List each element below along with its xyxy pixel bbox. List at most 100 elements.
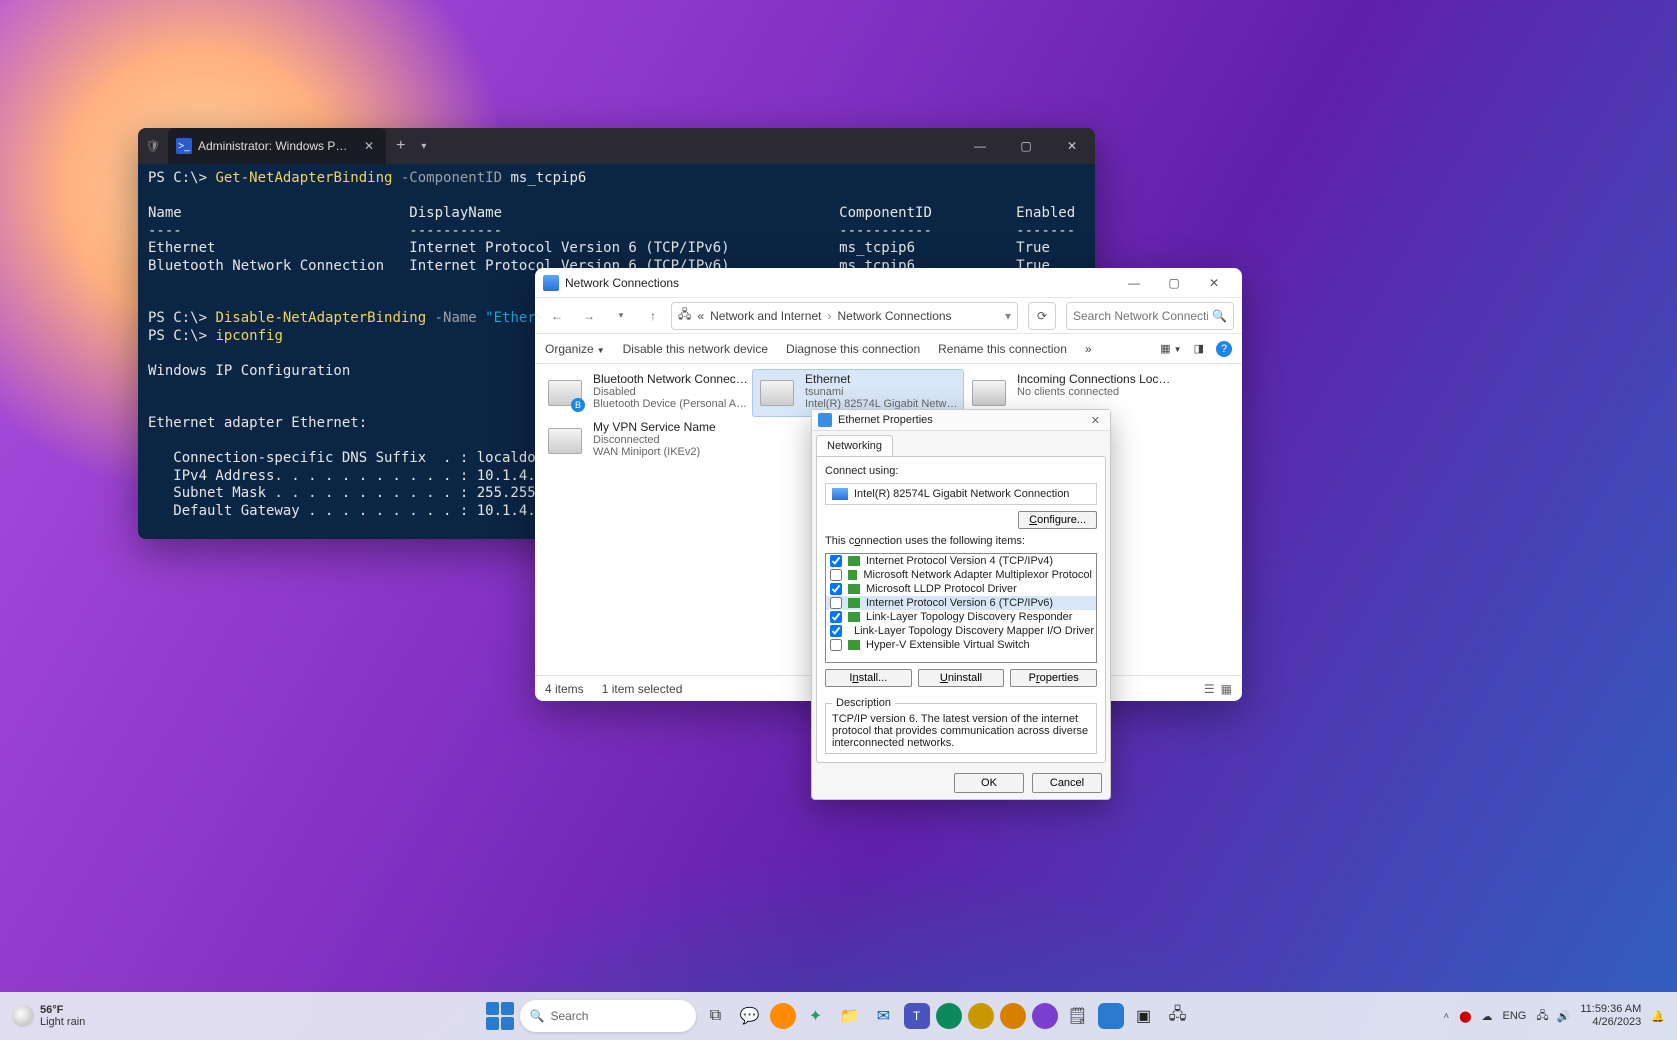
onedrive-icon[interactable]: ☁ — [1482, 1010, 1493, 1023]
app-icon-2[interactable]: ✦ — [802, 1002, 830, 1030]
forward-button[interactable]: → — [575, 302, 603, 330]
cancel-button[interactable]: Cancel — [1032, 773, 1102, 793]
powershell-icon: >_ — [176, 138, 192, 154]
protocol-item[interactable]: Hyper-V Extensible Virtual Switch — [826, 638, 1096, 652]
prop-titlebar[interactable]: Ethernet Properties ✕ — [812, 410, 1110, 431]
chat-icon[interactable]: 💬 — [736, 1002, 764, 1030]
tiles-view-icon[interactable]: ▦ — [1221, 682, 1232, 696]
nc-search-input[interactable] — [1073, 309, 1208, 323]
notifications-icon[interactable]: 🔔 — [1651, 1010, 1665, 1023]
details-view-icon[interactable]: ☰ — [1204, 682, 1215, 696]
toolbar-overflow[interactable]: » — [1085, 342, 1092, 356]
tray-overflow-icon[interactable]: ˄ — [1443, 1011, 1449, 1022]
up-button[interactable]: ↑ — [639, 302, 667, 330]
refresh-button[interactable]: ⟳ — [1028, 302, 1056, 330]
chevron-right-icon[interactable]: › — [827, 309, 831, 323]
app-icon-purple[interactable] — [1032, 1003, 1058, 1029]
ncpa-icon[interactable]: 🖧 — [1164, 1002, 1192, 1030]
protocol-checkbox[interactable] — [830, 639, 842, 651]
start-button[interactable] — [486, 1002, 514, 1030]
nc-navrow: ← → ▾ ↑ 🖧 « Network and Internet › Netwo… — [535, 298, 1242, 334]
protocol-item[interactable]: Internet Protocol Version 4 (TCP/IPv4) — [826, 554, 1096, 568]
terminal-titlebar[interactable]: 🛡 >_ Administrator: Windows Powe ✕ + ▾ —… — [138, 128, 1095, 164]
search-icon[interactable]: 🔍 — [1212, 309, 1227, 323]
sticky-notes-icon[interactable]: 🗒 — [1064, 1002, 1092, 1030]
connection-icon — [755, 372, 799, 414]
connection-item[interactable]: My VPN Service Name Disconnected WAN Min… — [541, 418, 751, 464]
protocol-checkbox[interactable] — [830, 583, 842, 595]
app-icon-1[interactable] — [770, 1003, 796, 1029]
app-icon-blue[interactable] — [1098, 1003, 1124, 1029]
configure-button[interactable]: Configure... — [1018, 511, 1097, 529]
rename-button[interactable]: Rename this connection — [938, 342, 1067, 356]
maximize-button[interactable]: ▢ — [1003, 128, 1049, 164]
task-view-icon[interactable]: ⧉ — [702, 1002, 730, 1030]
close-button[interactable]: ✕ — [1194, 268, 1234, 298]
protocol-label: Internet Protocol Version 4 (TCP/IPv4) — [866, 555, 1053, 567]
tab-networking[interactable]: Networking — [816, 435, 893, 456]
volume-icon[interactable]: 🔊 — [1557, 1010, 1571, 1023]
protocol-checkbox[interactable] — [830, 569, 842, 581]
description-box: Description TCP/IP version 6. The latest… — [825, 697, 1097, 754]
protocol-item[interactable]: Internet Protocol Version 6 (TCP/IPv6) — [826, 596, 1096, 610]
uninstall-button[interactable]: Uninstall — [918, 669, 1005, 687]
nc-title: Network Connections — [565, 276, 1114, 290]
protocol-item[interactable]: Microsoft Network Adapter Multiplexor Pr… — [826, 568, 1096, 582]
protocol-checkbox[interactable] — [830, 597, 842, 609]
language-indicator[interactable]: ENG — [1503, 1010, 1527, 1022]
outlook-icon[interactable]: ✉ — [870, 1002, 898, 1030]
view-layout-icon[interactable]: ▦▼ — [1160, 342, 1181, 355]
terminal-tab[interactable]: >_ Administrator: Windows Powe ✕ — [168, 128, 386, 164]
weather-temp: 56°F — [40, 1004, 85, 1016]
nc-titlebar[interactable]: Network Connections — ▢ ✕ — [535, 268, 1242, 298]
breadcrumb-part1[interactable]: Network and Internet — [710, 309, 821, 323]
protocol-checkbox[interactable] — [830, 555, 842, 567]
taskbar-search[interactable]: 🔍 Search — [520, 1000, 696, 1032]
disable-device-button[interactable]: Disable this network device — [623, 342, 768, 356]
teams-icon[interactable]: T — [904, 1003, 930, 1029]
protocol-item[interactable]: Link-Layer Topology Discovery Mapper I/O… — [826, 624, 1096, 638]
protocol-label: Link-Layer Topology Discovery Mapper I/O… — [854, 625, 1094, 637]
minimize-button[interactable]: — — [1114, 268, 1154, 298]
tray-app-icon[interactable]: ⬤ — [1459, 1010, 1471, 1023]
recent-dropdown[interactable]: ▾ — [607, 302, 635, 330]
edge-canary-icon[interactable] — [1000, 1003, 1026, 1029]
diagnose-button[interactable]: Diagnose this connection — [786, 342, 920, 356]
chevron-down-icon[interactable]: ▾ — [1005, 309, 1011, 323]
address-bar[interactable]: 🖧 « Network and Internet › Network Conne… — [671, 302, 1018, 330]
protocol-checkbox[interactable] — [830, 611, 842, 623]
maximize-button[interactable]: ▢ — [1154, 268, 1194, 298]
connection-item[interactable]: B Bluetooth Network Connection Disabled … — [541, 370, 751, 416]
network-tray-icon[interactable]: 🖧 — [1536, 1007, 1548, 1026]
organize-menu[interactable]: Organize▼ — [545, 342, 605, 356]
close-button[interactable]: ✕ — [1087, 414, 1104, 427]
explorer-icon[interactable]: 📁 — [836, 1002, 864, 1030]
edge-dev-icon[interactable] — [968, 1003, 994, 1029]
clock[interactable]: 11:59:36 AM 4/26/2023 — [1580, 1003, 1641, 1028]
new-tab-button[interactable]: + — [386, 137, 415, 155]
preview-pane-icon[interactable]: ◨ — [1194, 342, 1204, 355]
install-button[interactable]: Install... — [825, 669, 912, 687]
terminal-icon[interactable]: ▣ — [1130, 1002, 1158, 1030]
close-button[interactable]: ✕ — [1049, 128, 1095, 164]
back-button[interactable]: ← — [543, 302, 571, 330]
protocol-item[interactable]: Link-Layer Topology Discovery Responder — [826, 610, 1096, 624]
help-icon[interactable]: ? — [1216, 341, 1232, 357]
protocol-list[interactable]: Internet Protocol Version 4 (TCP/IPv4) M… — [825, 553, 1097, 663]
description-label: Description — [832, 697, 895, 709]
edge-beta-icon[interactable] — [936, 1003, 962, 1029]
minimize-button[interactable]: — — [957, 128, 1003, 164]
protocol-checkbox[interactable] — [830, 625, 842, 637]
weather-widget[interactable]: 56°F Light rain — [12, 1004, 85, 1028]
tab-dropdown-icon[interactable]: ▾ — [415, 141, 432, 152]
status-selected: 1 item selected — [602, 682, 683, 696]
adapter-box[interactable]: Intel(R) 82574L Gigabit Network Connecti… — [825, 483, 1097, 505]
ok-button[interactable]: OK — [954, 773, 1024, 793]
properties-button[interactable]: Properties — [1010, 669, 1097, 687]
protocol-item[interactable]: Microsoft LLDP Protocol Driver — [826, 582, 1096, 596]
tab-close-icon[interactable]: ✕ — [360, 139, 378, 153]
protocol-icon — [848, 556, 860, 566]
connection-status: Disabled — [593, 386, 749, 398]
search-placeholder: Search — [550, 1009, 588, 1023]
breadcrumb-part2[interactable]: Network Connections — [837, 309, 951, 323]
